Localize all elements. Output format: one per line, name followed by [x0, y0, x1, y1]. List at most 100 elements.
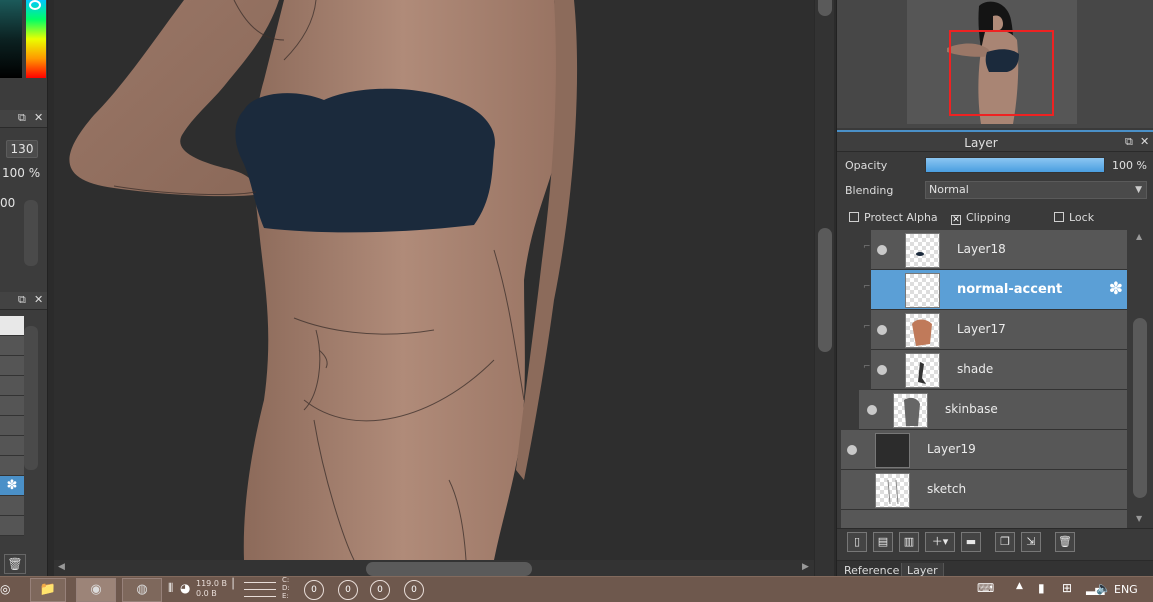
delete-brush-button[interactable]: 🗑	[4, 554, 26, 574]
layer-thumbnail	[875, 473, 910, 508]
layer-row-sketch[interactable]: sketch	[841, 470, 1127, 510]
show-hidden-icons-icon[interactable]: ▲	[1016, 581, 1023, 591]
undock-icon[interactable]: ⧉	[18, 111, 26, 125]
color-saturation-square[interactable]	[0, 0, 22, 78]
list-item[interactable]	[0, 376, 24, 396]
clipping-indicator-icon: ⌐	[863, 322, 871, 332]
horizontal-scroll-thumb[interactable]	[366, 562, 532, 576]
layer-row-shade[interactable]: shade	[871, 350, 1127, 390]
layer-row-normal-accent[interactable]: normal-accent ✽	[871, 270, 1127, 310]
new-folder-icon[interactable]: ▬	[961, 532, 981, 552]
opacity-slider[interactable]	[925, 157, 1105, 173]
blending-select[interactable]: Normal ▼	[925, 181, 1147, 199]
language-indicator[interactable]: ENG	[1114, 583, 1138, 596]
canvas-vertical-scrollbar[interactable]	[814, 0, 834, 576]
list-item[interactable]	[0, 436, 24, 456]
new-1bit-layer-icon[interactable]: ▥	[899, 532, 919, 552]
layer-list-scrollbar[interactable]: ▲ ▼	[1133, 232, 1147, 524]
new-layer-icon[interactable]: ▯	[847, 532, 867, 552]
list-item[interactable]	[0, 356, 24, 376]
battery-icon[interactable]: ▮	[1038, 581, 1045, 595]
medibang-button[interactable]: ◉	[76, 578, 116, 602]
scroll-down-icon[interactable]: ▼	[1136, 514, 1142, 523]
list-item[interactable]	[0, 316, 24, 336]
layer-row-layer18[interactable]: Layer18	[871, 230, 1127, 270]
artwork	[69, 0, 578, 560]
layer-row-layer17[interactable]: Layer17	[871, 310, 1127, 350]
list-item[interactable]	[0, 336, 24, 356]
discord-icon[interactable]: ◎	[0, 582, 10, 596]
scroll-left-icon[interactable]: ◀	[58, 562, 65, 572]
close-icon[interactable]: ✕	[34, 111, 43, 124]
eye-icon[interactable]	[847, 445, 857, 455]
checkbox-box[interactable]	[1054, 212, 1064, 222]
separator-icon: │	[230, 579, 237, 590]
layer-name: shade	[957, 362, 994, 376]
navigator-panel[interactable]	[837, 0, 1153, 128]
thumbnail-art	[904, 397, 920, 426]
keyboard-icon[interactable]: ⌨	[977, 581, 994, 595]
undock-icon[interactable]: ⧉	[18, 293, 26, 307]
layer-panel-header: Layer ⧉ ✕	[837, 130, 1153, 152]
merge-layer-icon[interactable]: ⇲	[1021, 532, 1041, 552]
hue-slider[interactable]	[26, 0, 46, 78]
delete-layer-icon[interactable]: 🗑	[1055, 532, 1075, 552]
list-item[interactable]	[0, 396, 24, 416]
checkbox-checked[interactable]: ✕	[951, 215, 961, 225]
list-item[interactable]	[0, 496, 24, 516]
layer-row-skinbase[interactable]: skinbase	[859, 390, 1127, 430]
gear-icon[interactable]: ✽	[1109, 279, 1123, 299]
clipping-indicator-icon: ⌐	[863, 242, 871, 252]
brush-size-field[interactable]: 130	[6, 140, 38, 158]
drawing-canvas[interactable]	[54, 0, 814, 560]
navigator-viewport-frame[interactable]	[949, 30, 1054, 116]
canvas-horizontal-scrollbar[interactable]: ◀ ▶	[54, 560, 814, 576]
duplicate-layer-icon[interactable]: ❐	[995, 532, 1015, 552]
layer-row-layer19[interactable]: Layer19	[841, 430, 1127, 470]
windows-icon[interactable]: ⊞	[1062, 581, 1072, 595]
counter-badge: 0	[404, 580, 424, 600]
hue-slider-handle[interactable]	[29, 0, 41, 10]
vertical-scroll-thumb[interactable]	[818, 228, 832, 352]
layer-thumbnail	[905, 313, 940, 348]
eye-icon[interactable]	[877, 325, 887, 335]
layer-row-folder[interactable]	[841, 510, 1127, 528]
drive-bar	[244, 596, 276, 597]
layer-name: normal-accent	[957, 282, 1063, 297]
eye-icon[interactable]	[867, 405, 877, 415]
checkbox-box[interactable]	[849, 212, 859, 222]
protect-alpha-label: Protect Alpha	[864, 211, 938, 224]
list-item[interactable]	[0, 516, 24, 536]
thumbnail-art	[918, 362, 926, 384]
close-icon[interactable]: ✕	[34, 293, 43, 306]
scroll-cap	[818, 0, 832, 16]
list-item[interactable]	[0, 456, 24, 476]
counter-badge: 0	[304, 580, 324, 600]
file-explorer-button[interactable]: 📁	[30, 578, 66, 602]
protect-alpha-checkbox[interactable]: Protect Alpha	[849, 211, 938, 224]
brush-list-header: ⧉ ✕	[0, 292, 47, 310]
list-item[interactable]	[0, 416, 24, 436]
close-icon[interactable]: ✕	[1140, 135, 1149, 148]
volume-icon[interactable]: 🔈	[1096, 581, 1111, 595]
eye-icon[interactable]	[877, 245, 887, 255]
scroll-right-icon[interactable]: ▶	[802, 562, 809, 572]
undock-icon[interactable]: ⧉	[1125, 135, 1133, 149]
opacity-value: 100 %	[1112, 159, 1147, 172]
add-layer-menu-icon[interactable]: ＋▾	[925, 532, 955, 552]
brush-list-scrollbar[interactable]	[24, 326, 38, 470]
layer-thumbnail	[893, 393, 928, 428]
clipping-checkbox[interactable]: ✕ Clipping	[951, 211, 1011, 225]
lock-checkbox[interactable]: Lock	[1054, 211, 1094, 224]
brush-panel-scrollbar[interactable]	[24, 200, 38, 266]
thumbnail-art	[887, 479, 899, 505]
gear-icon[interactable]: ✽	[7, 478, 18, 493]
chrome-button[interactable]: ◍	[122, 578, 162, 602]
scroll-up-icon[interactable]: ▲	[1136, 232, 1142, 241]
list-item-selected[interactable]: ✽	[0, 476, 24, 496]
layer-thumbnail	[905, 353, 940, 388]
clipping-indicator-icon: ⌐	[863, 362, 871, 372]
new-8bit-layer-icon[interactable]: ▤	[873, 532, 893, 552]
layer-scroll-thumb[interactable]	[1133, 318, 1147, 498]
eye-icon[interactable]	[877, 365, 887, 375]
